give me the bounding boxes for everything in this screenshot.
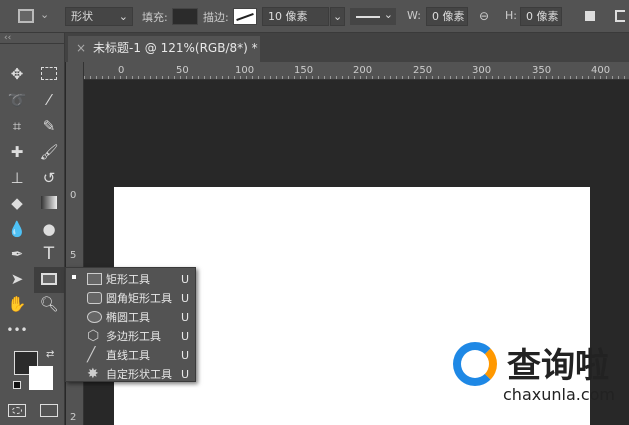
- ruler-label: 400: [591, 65, 611, 76]
- menu-item-label: 圆角矩形工具: [106, 292, 172, 305]
- quick-mask-icon[interactable]: [8, 404, 26, 417]
- fill-label: 填充:: [142, 11, 168, 24]
- rounded-rectangle-icon: [87, 292, 102, 304]
- width-label: W:: [407, 9, 421, 22]
- chevron-down-icon[interactable]: ⌄: [40, 8, 49, 21]
- stroke-swatch[interactable]: [233, 8, 257, 25]
- ruler-label: 250: [413, 65, 433, 76]
- menu-item-label: 多边形工具: [106, 330, 161, 343]
- ruler-label: 100: [235, 65, 255, 76]
- mode-select[interactable]: 形状 ⌄: [65, 7, 133, 26]
- close-tab-icon[interactable]: ×: [76, 36, 86, 60]
- tool-preset-picker[interactable]: [18, 9, 34, 23]
- pen-tool-icon[interactable]: ✒: [4, 243, 30, 265]
- marquee-tool-icon[interactable]: [36, 63, 62, 85]
- polygon-icon: ⬡: [87, 328, 100, 344]
- document-title: 未标题-1 @ 121%(RGB/8*) *: [93, 41, 258, 55]
- shortcut-key: U: [180, 368, 189, 381]
- document-tab[interactable]: × 未标题-1 @ 121%(RGB/8*) *: [68, 36, 260, 62]
- stroke-label: 描边:: [203, 11, 229, 24]
- shortcut-key: U: [180, 311, 189, 324]
- ruler-label: 50: [176, 65, 189, 76]
- magic-wand-icon[interactable]: ⁄: [36, 89, 62, 111]
- rectangle-icon: [87, 273, 102, 285]
- stroke-width-dropdown[interactable]: ⌄: [330, 7, 345, 26]
- ruler-label: 2: [70, 412, 77, 423]
- watermark-url: chaxunla.com: [503, 385, 615, 404]
- hand-tool-icon[interactable]: ✋: [4, 293, 30, 315]
- path-alignment-icon[interactable]: [615, 10, 625, 22]
- healing-brush-icon[interactable]: ✚: [4, 141, 30, 163]
- custom-shape-icon: ✸: [87, 366, 99, 382]
- horizontal-ruler: 0 50 100 150 200 250 300 350 400: [84, 62, 629, 80]
- ruler-label: 5: [70, 250, 77, 261]
- history-brush-icon[interactable]: ↺: [36, 167, 62, 189]
- menu-item-ellipse-tool[interactable]: 椭圆工具 U: [66, 308, 195, 327]
- width-input[interactable]: 0 像素: [426, 7, 468, 26]
- fill-swatch[interactable]: [172, 8, 198, 25]
- brush-tool-icon[interactable]: 🖌: [36, 141, 62, 163]
- stroke-type-select[interactable]: ⌄: [350, 8, 396, 25]
- zoom-tool-icon[interactable]: 🔍︎: [36, 293, 62, 315]
- rectangle-tool-icon[interactable]: [34, 267, 64, 293]
- swap-colors-icon[interactable]: ⇄: [46, 349, 54, 360]
- type-tool-icon[interactable]: T: [36, 243, 62, 265]
- ruler-label: 350: [532, 65, 552, 76]
- shape-tools-flyout: 矩形工具 U 圆角矩形工具 U 椭圆工具 U ⬡ 多边形工具 U ╱ 直线工具 U ✸ 自定形状…: [65, 267, 196, 382]
- background-color-swatch[interactable]: [29, 366, 53, 390]
- dodge-tool-icon[interactable]: ●: [36, 218, 62, 240]
- menu-item-line-tool[interactable]: ╱ 直线工具 U: [66, 346, 195, 365]
- default-colors-icon[interactable]: [13, 381, 21, 389]
- menu-item-label: 自定形状工具: [106, 368, 172, 381]
- crop-tool-icon[interactable]: ⌗: [4, 115, 30, 137]
- menu-item-label: 矩形工具: [106, 273, 150, 286]
- collapse-panel-icon[interactable]: ‹‹: [4, 33, 11, 43]
- menu-item-label: 椭圆工具: [106, 311, 150, 324]
- line-icon: ╱: [87, 347, 96, 363]
- watermark-brand: 查询啦: [507, 346, 609, 386]
- ruler-label: 150: [294, 65, 314, 76]
- eraser-tool-icon[interactable]: ◆: [4, 192, 30, 214]
- options-bar: ⌄ 形状 ⌄ 填充: 描边: 10 像素 ⌄ ⌄ W: 0 像素 ⊖ H: 0 像…: [0, 0, 629, 33]
- menu-item-rectangle-tool[interactable]: 矩形工具 U: [66, 270, 195, 289]
- move-tool-icon[interactable]: ✥: [4, 63, 30, 85]
- gradient-tool-icon[interactable]: [36, 192, 62, 214]
- shortcut-key: U: [180, 292, 189, 305]
- screen-mode-icon[interactable]: [40, 404, 58, 417]
- path-operations-icon[interactable]: [585, 11, 595, 21]
- shortcut-key: U: [180, 349, 189, 362]
- watermark-logo-icon: [453, 342, 497, 386]
- link-icon[interactable]: ⊖: [479, 9, 489, 23]
- menu-item-custom-shape-tool[interactable]: ✸ 自定形状工具 U: [66, 365, 195, 384]
- toolbar: ‹‹ ✥ ➰ ⁄ ⌗ ✎ ✚ 🖌 ⊥ ↺ ◆ 💧 ● ✒ T ➤ ✋ 🔍︎ ••…: [0, 33, 65, 425]
- eyedropper-icon[interactable]: ✎: [36, 115, 62, 137]
- height-label: H:: [505, 9, 517, 22]
- blur-tool-icon[interactable]: 💧: [4, 218, 30, 240]
- shortcut-key: U: [180, 330, 189, 343]
- watermark: 查询啦 chaxunla.com: [445, 338, 629, 408]
- ruler-label: 200: [353, 65, 373, 76]
- stroke-width-input[interactable]: 10 像素: [262, 7, 329, 26]
- ellipse-icon: [87, 311, 102, 323]
- menu-item-rounded-rectangle-tool[interactable]: 圆角矩形工具 U: [66, 289, 195, 308]
- ruler-label: 0: [118, 65, 125, 76]
- menu-item-label: 直线工具: [106, 349, 150, 362]
- mode-value: 形状: [71, 10, 93, 23]
- ruler-label: 0: [70, 190, 77, 201]
- lasso-tool-icon[interactable]: ➰: [4, 89, 30, 111]
- height-input[interactable]: 0 像素: [520, 7, 562, 26]
- menu-item-polygon-tool[interactable]: ⬡ 多边形工具 U: [66, 327, 195, 346]
- shortcut-key: U: [180, 273, 189, 286]
- more-tools-icon[interactable]: •••: [4, 319, 30, 341]
- ruler-label: 300: [472, 65, 492, 76]
- stamp-tool-icon[interactable]: ⊥: [4, 167, 30, 189]
- path-selection-icon[interactable]: ➤: [4, 268, 30, 290]
